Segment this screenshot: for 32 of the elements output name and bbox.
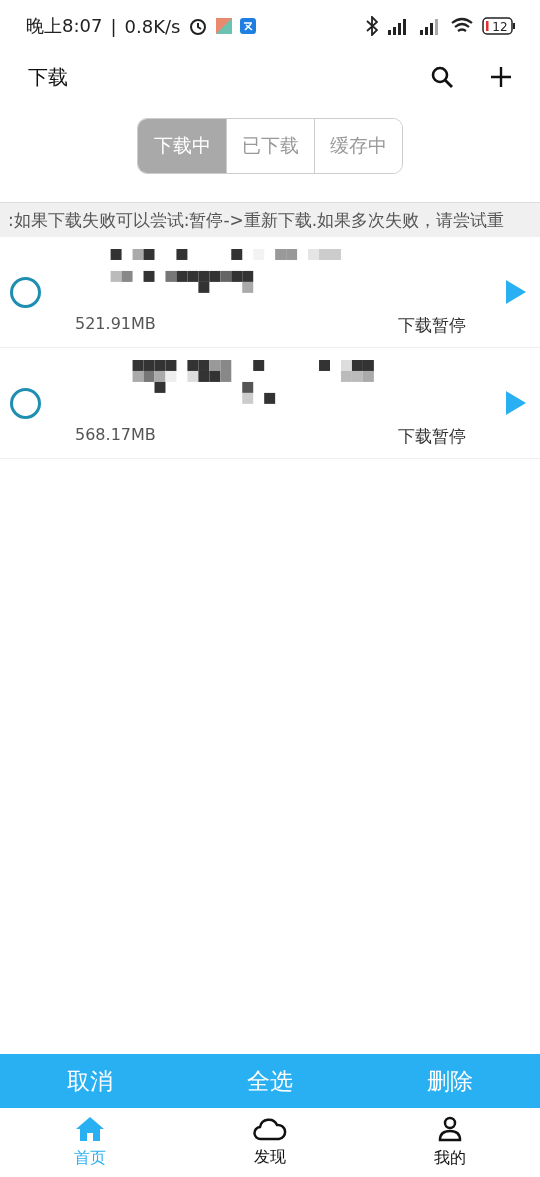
search-icon[interactable]	[430, 65, 454, 89]
play-icon[interactable]	[506, 280, 526, 304]
wifi-icon	[450, 17, 474, 35]
bluetooth-icon	[366, 16, 378, 36]
alarm-icon	[188, 16, 209, 36]
file-size: 568.17MB	[75, 425, 156, 446]
download-status: 下载暂停	[398, 425, 466, 448]
tab[interactable]: 缓存中	[314, 119, 402, 173]
file-size: 521.91MB	[75, 314, 156, 335]
select-checkbox[interactable]	[10, 387, 41, 419]
user-icon	[437, 1116, 463, 1142]
app-icon	[216, 18, 233, 34]
page-title: 下载	[28, 63, 69, 91]
select-checkbox[interactable]	[10, 276, 41, 308]
notice-text: :如果下载失败可以尝试:暂停->重新下载.如果多次失败，请尝试重	[8, 208, 505, 232]
home-icon	[75, 1116, 105, 1142]
action-button[interactable]: 删除	[407, 1059, 493, 1103]
add-icon[interactable]	[490, 66, 512, 88]
nav-tab[interactable]: 我的	[390, 1116, 510, 1169]
status-time: 晚上8:07	[26, 14, 103, 38]
nav-tab[interactable]: 首页	[30, 1116, 150, 1169]
action-button[interactable]: 取消	[47, 1059, 133, 1103]
app-icon	[240, 18, 257, 34]
nav-tab[interactable]: 发现	[210, 1117, 330, 1168]
download-status: 下载暂停	[398, 314, 466, 337]
play-icon[interactable]	[506, 391, 526, 415]
network-speed: 0.8K/s	[124, 15, 181, 37]
tab[interactable]: 下载中	[138, 119, 226, 173]
status-separator: |	[110, 15, 117, 37]
action-button[interactable]: 全选	[227, 1059, 313, 1103]
battery-level: 12	[492, 20, 508, 34]
cloud-icon	[253, 1117, 287, 1141]
